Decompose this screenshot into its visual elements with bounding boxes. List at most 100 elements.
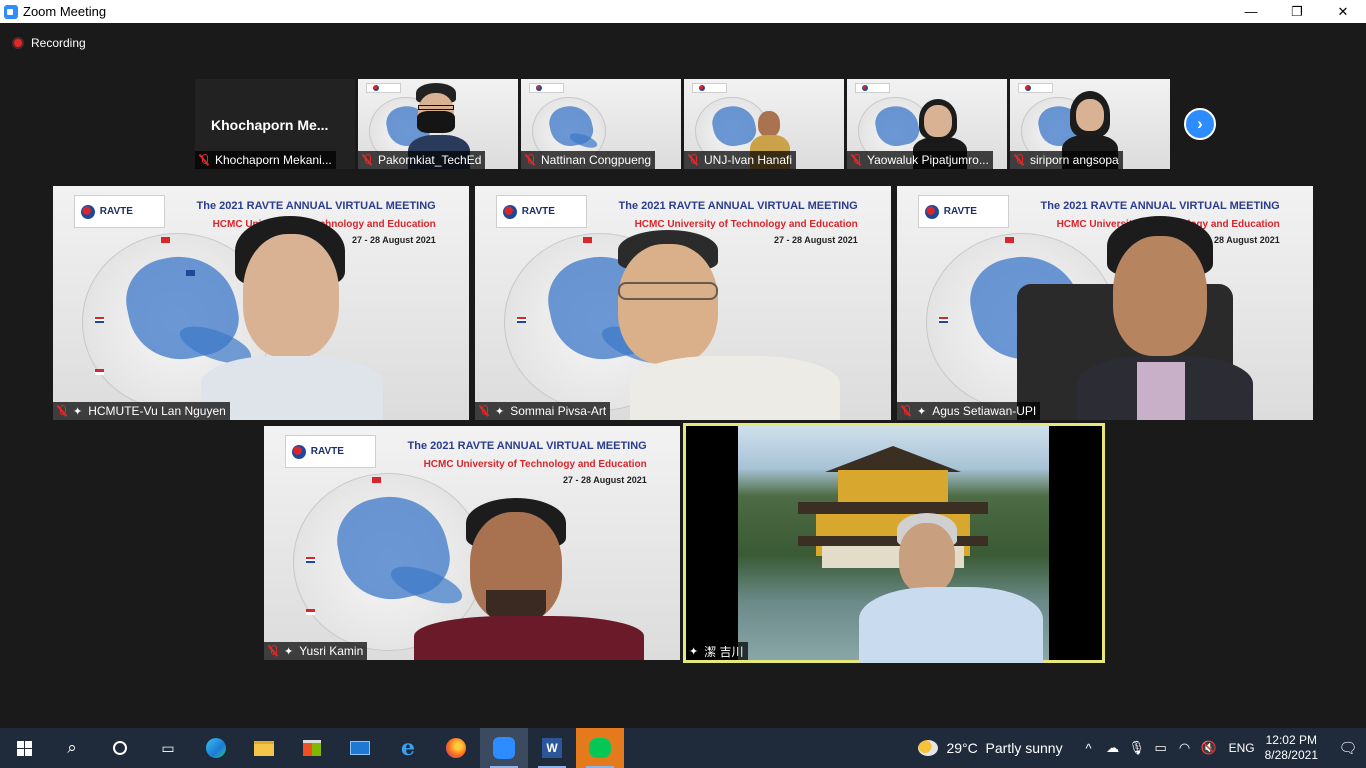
participant-tile[interactable]: Nattinan Congpueng <box>521 79 681 169</box>
weather-widget[interactable]: 29°C Partly sunny <box>918 740 1063 756</box>
weather-text: Partly sunny <box>985 740 1063 756</box>
close-button[interactable]: ✕ <box>1320 0 1366 23</box>
search-button[interactable]: ⌕ <box>48 728 96 768</box>
participant-tile-name-only[interactable]: Khochaporn Me... Khochaporn Mekani... <box>195 79 355 169</box>
cortana-button[interactable] <box>96 728 144 768</box>
mic-muted-icon <box>361 154 373 166</box>
clock-date: 8/28/2021 <box>1264 748 1318 762</box>
zoom-icon <box>493 737 515 759</box>
volume-muted-icon[interactable]: 🔇 <box>1197 740 1221 756</box>
wifi-icon[interactable]: ◠ <box>1173 740 1197 756</box>
edge-taskbar-button[interactable] <box>192 728 240 768</box>
participant-name: Khochaporn Mekani... <box>215 153 332 167</box>
flag-icon <box>161 237 171 244</box>
slide-title: The 2021 RAVTE ANNUAL VIRTUAL MEETING <box>407 440 647 453</box>
task-view-icon: ▭ <box>161 739 175 756</box>
participant-tile[interactable]: siriporn angsopa <box>1010 79 1170 169</box>
participant-name-bar: Yaowaluk Pipatjumro... <box>847 151 993 169</box>
zoom-taskbar-button[interactable] <box>480 728 528 768</box>
participant-video <box>414 498 644 660</box>
recording-indicator[interactable]: Recording <box>12 36 86 50</box>
participant-video <box>193 216 393 420</box>
minimize-button[interactable]: — <box>1228 0 1274 23</box>
word-taskbar-button[interactable]: W <box>528 728 576 768</box>
ravte-logo <box>855 82 891 94</box>
ravte-logo-mark-icon <box>536 84 542 91</box>
ravte-logo <box>529 82 565 94</box>
participant-name: HCMUTE-Vu Lan Nguyen <box>88 404 226 418</box>
battery-icon[interactable]: ▭ <box>1149 740 1173 756</box>
slide-dates: 27 - 28 August 2021 <box>563 475 647 486</box>
next-page-button[interactable]: › <box>1184 108 1216 140</box>
maximize-button[interactable]: ❐ <box>1274 0 1320 23</box>
ravte-logo-mark-icon <box>502 204 517 219</box>
participant-tile[interactable]: RAVTE The 2021 RAVTE ANNUAL VIRTUAL MEET… <box>475 186 891 420</box>
participant-name: Nattinan Congpueng <box>541 153 652 167</box>
microphone-icon[interactable]: 🎙 <box>1125 740 1149 756</box>
internet-explorer-button[interactable]: e <box>384 728 432 768</box>
face <box>618 244 718 364</box>
ravte-logo-mark-icon <box>924 204 939 219</box>
flag-icon <box>372 477 382 484</box>
participant-name: Yaowaluk Pipatjumro... <box>867 153 989 167</box>
participant-name: Pakornkiat_TechEd <box>378 153 482 167</box>
participant-name-bar: Khochaporn Mekani... <box>195 151 336 169</box>
participant-name-bar: Nattinan Congpueng <box>521 151 656 169</box>
chevron-up-icon[interactable]: ^ <box>1077 741 1101 756</box>
participant-tile[interactable]: RAVTE The 2021 RAVTE ANNUAL VIRTUAL MEET… <box>53 186 469 420</box>
participant-name-bar: ✦ 潔 吉川 <box>686 642 748 660</box>
flag-icon <box>94 368 104 375</box>
pin-icon: ✦ <box>284 645 294 658</box>
line-taskbar-button[interactable] <box>576 728 624 768</box>
file-explorer-button[interactable] <box>240 728 288 768</box>
face-mask <box>417 111 455 133</box>
start-button[interactable] <box>0 728 48 768</box>
participant-tile[interactable]: Pakornkiat_TechEd <box>358 79 518 169</box>
participant-tile[interactable]: UNJ-Ivan Hanafi <box>684 79 844 169</box>
notifications-icon[interactable]: 🗨 <box>1330 739 1366 757</box>
mic-muted-icon <box>900 405 912 417</box>
meeting-stage: Recording Khochaporn Me... Khochaporn Me… <box>0 23 1366 728</box>
participant-tile[interactable]: Yaowaluk Pipatjumro... <box>847 79 1007 169</box>
participant-name: Yusri Kamin <box>299 644 364 658</box>
torso <box>859 587 1043 663</box>
window-title: Zoom Meeting <box>23 4 107 19</box>
task-view-button[interactable]: ▭ <box>144 728 192 768</box>
participant-tile[interactable]: RAVTE The 2021 RAVTE ANNUAL VIRTUAL MEET… <box>264 426 680 660</box>
mail-button[interactable] <box>336 728 384 768</box>
participant-tile[interactable]: RAVTE The 2021 RAVTE ANNUAL VIRTUAL MEET… <box>897 186 1313 420</box>
ravte-logo: RAVTE <box>495 195 588 229</box>
ravte-logo <box>366 82 402 94</box>
onedrive-icon[interactable]: ☁ <box>1101 740 1125 756</box>
pin-icon: ✦ <box>495 405 505 418</box>
ravte-logo-mark-icon <box>291 444 306 459</box>
store-button[interactable] <box>288 728 336 768</box>
glasses <box>618 282 718 300</box>
ravte-logo-mark-icon <box>80 204 95 219</box>
mic-muted-icon <box>1013 154 1025 166</box>
ravte-logo <box>692 82 728 94</box>
ravte-logo: RAVTE <box>917 195 1010 229</box>
mail-icon <box>350 741 370 755</box>
firefox-icon <box>446 738 466 758</box>
ravte-logo-text: RAVTE <box>310 446 344 458</box>
input-language[interactable]: ENG <box>1229 741 1255 755</box>
taskbar-clock[interactable]: 12:02 PM 8/28/2021 <box>1265 733 1318 763</box>
firefox-button[interactable] <box>432 728 480 768</box>
zoom-app-icon <box>4 4 18 19</box>
face <box>1113 236 1207 356</box>
participant-name-bar: UNJ-Ivan Hanafi <box>684 151 797 169</box>
active-speaker-tile[interactable]: ✦ 潔 吉川 <box>683 423 1105 663</box>
mic-muted-icon <box>56 405 68 417</box>
pin-icon: ✦ <box>73 405 83 418</box>
face <box>1076 99 1104 131</box>
glasses <box>418 105 454 110</box>
shirt <box>1137 362 1185 420</box>
slide-host: HCMC University of Technology and Educat… <box>423 458 647 470</box>
ravte-logo <box>1018 82 1054 94</box>
store-icon <box>303 740 321 756</box>
recording-dot-icon <box>12 37 24 49</box>
mic-muted-icon <box>267 645 279 657</box>
mic-muted-icon <box>478 405 490 417</box>
mic-muted-icon <box>198 154 210 166</box>
